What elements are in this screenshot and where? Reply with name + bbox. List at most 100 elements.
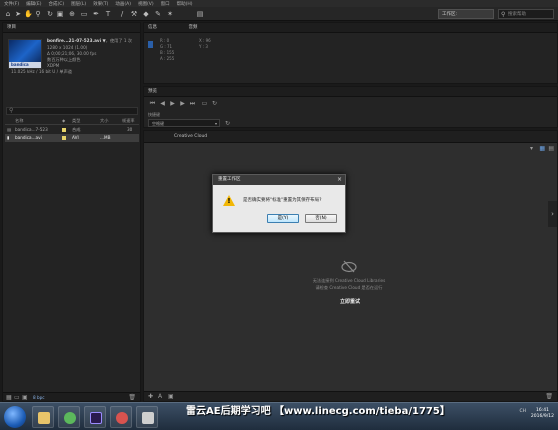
info-rgb-values: R : 0 G : 71 B : 155 A : 255 bbox=[160, 38, 175, 61]
camera-tool-icon[interactable]: ▣ bbox=[56, 10, 64, 18]
footage-audio: 11.025 kHz / 16 bit U / 单声道 bbox=[11, 69, 72, 74]
first-frame-icon[interactable]: ⏮ bbox=[149, 100, 156, 107]
image-icon[interactable]: ▣ bbox=[168, 393, 174, 400]
row-name: bandica...avi bbox=[15, 135, 42, 140]
row-frame-rate: 30 bbox=[127, 127, 133, 132]
menu-help[interactable]: 帮助(H) bbox=[177, 1, 193, 7]
taskbar-browser[interactable] bbox=[58, 406, 80, 428]
previous-frame-icon[interactable]: ◀ bbox=[159, 100, 166, 107]
label-swatch[interactable] bbox=[62, 128, 66, 132]
tab-preview[interactable]: 预览 bbox=[144, 87, 557, 97]
hand-tool-icon[interactable]: ✋ bbox=[24, 10, 33, 18]
menu-composition[interactable]: 合成(C) bbox=[48, 1, 64, 7]
yes-button[interactable]: 是(Y) bbox=[267, 214, 299, 223]
column-name[interactable]: 名称 bbox=[15, 118, 23, 124]
project-search-input[interactable]: ⚲ bbox=[6, 107, 138, 115]
close-icon[interactable]: × bbox=[337, 175, 342, 185]
eraser-tool-icon[interactable]: ◆ bbox=[142, 10, 150, 18]
taskbar-explorer[interactable] bbox=[32, 406, 54, 428]
puppet-tool-icon[interactable]: ✶ bbox=[166, 10, 174, 18]
row-size: ...MB bbox=[100, 135, 111, 140]
text-style-icon[interactable]: A bbox=[158, 393, 162, 400]
system-tray[interactable]: CH bbox=[519, 409, 526, 414]
type-tool-icon[interactable]: T bbox=[104, 10, 112, 18]
column-size[interactable]: 大小 bbox=[100, 118, 108, 124]
home-icon[interactable]: ⌂ bbox=[4, 10, 12, 18]
reset-icon[interactable]: ↻ bbox=[224, 120, 231, 127]
tools-toolbar: ⌂ ➤ ✋ ⚲ ↻ ▣ ⊕ ▭ ✒ T / ⚒ ◆ ✎ ✶ ▤ 工作区: ⚲ 搜… bbox=[0, 7, 558, 21]
search-icon: ⚲ bbox=[501, 11, 506, 18]
project-row-footage[interactable]: ▮ bandica...avi AVI ...MB bbox=[5, 134, 139, 142]
start-button[interactable] bbox=[4, 406, 26, 428]
play-icon[interactable]: ▶ bbox=[169, 100, 176, 107]
selection-tool-icon[interactable]: ➤ bbox=[14, 10, 22, 18]
no-button[interactable]: 否(N) bbox=[305, 214, 337, 223]
bit-depth-toggle[interactable]: 8 bpc bbox=[33, 395, 45, 400]
workspace-dropdown[interactable]: 工作区: bbox=[438, 9, 494, 19]
pen-tool-icon[interactable]: ✒ bbox=[92, 10, 100, 18]
new-folder-icon[interactable]: ▭ bbox=[14, 394, 20, 401]
rectangle-tool-icon[interactable]: ▭ bbox=[80, 10, 88, 18]
new-composition-icon[interactable]: ▣ bbox=[22, 394, 28, 401]
rotate-tool-icon[interactable]: ↻ bbox=[46, 10, 54, 18]
watermark-text: 雷云AE后期学习吧 【www.linecg.com/tieba/1775】 bbox=[186, 406, 450, 417]
tab-info[interactable]: 信息 bbox=[148, 25, 157, 30]
menu-effect[interactable]: 效果(T) bbox=[93, 1, 108, 7]
tab-audio[interactable]: 音频 bbox=[188, 25, 197, 30]
menu-view[interactable]: 视图(V) bbox=[138, 1, 154, 7]
color-swatch bbox=[148, 41, 153, 48]
taskbar-recorder[interactable] bbox=[110, 406, 132, 428]
library-list-icon[interactable]: ▾ bbox=[530, 145, 533, 152]
footage-resolution: 1280 x 1024 (1.00) bbox=[47, 45, 88, 50]
project-row-composition[interactable]: ▤ bandica...7-523 合成 30 bbox=[5, 126, 139, 134]
zoom-tool-icon[interactable]: ⚲ bbox=[34, 10, 42, 18]
clock-date: 2016/9/12 bbox=[530, 414, 554, 419]
menu-file[interactable]: 文件(F) bbox=[4, 1, 19, 7]
add-asset-icon[interactable]: ✚ bbox=[148, 393, 153, 400]
search-help-input[interactable]: ⚲ 搜索帮助 bbox=[498, 9, 554, 19]
column-type[interactable]: 类型 bbox=[72, 118, 80, 124]
expand-arrow-icon[interactable]: › bbox=[548, 201, 557, 227]
label-swatch[interactable] bbox=[62, 136, 66, 140]
row-type: 合成 bbox=[72, 127, 81, 132]
menu-window[interactable]: 窗口 bbox=[161, 1, 170, 7]
footage-name-text[interactable]: bonfire...21-07-523.avi ▼ bbox=[47, 38, 106, 43]
taskbar-after-effects[interactable] bbox=[84, 406, 106, 428]
menu-edit[interactable]: 编辑(E) bbox=[26, 1, 41, 7]
app-icon bbox=[142, 412, 154, 424]
composition-panel: Creative Cloud ▾ ▦ ▤ 无法连接到 Creative Clou… bbox=[143, 130, 558, 402]
project-panel-footer: ▦ ▭ ▣ 8 bpc 🗑 bbox=[3, 392, 140, 401]
menu-animation[interactable]: 动画(A) bbox=[115, 1, 131, 7]
next-frame-icon[interactable]: ▶ bbox=[179, 100, 186, 107]
mute-icon[interactable]: ▭ bbox=[201, 100, 208, 107]
menu-layer[interactable]: 图层(L) bbox=[71, 1, 86, 7]
align-icon[interactable]: ▤ bbox=[196, 10, 204, 18]
tab-libraries[interactable]: Creative Cloud bbox=[144, 131, 557, 143]
info-panel-tabs: 信息 音频 bbox=[144, 23, 557, 33]
taskbar-clock[interactable]: 16:41 2016/9/12 bbox=[531, 408, 554, 420]
interpret-footage-icon[interactable]: ▦ bbox=[6, 394, 12, 401]
pan-behind-tool-icon[interactable]: ⊕ bbox=[68, 10, 76, 18]
trash-icon[interactable]: 🗑 bbox=[545, 393, 553, 400]
retry-button[interactable]: 立即重试 bbox=[324, 298, 376, 305]
dialog-message: 是否确实要将"标准"重置为其保存布局? bbox=[243, 198, 322, 203]
brush-tool-icon[interactable]: / bbox=[118, 10, 126, 18]
grid-view-icon[interactable]: ▦ bbox=[539, 145, 545, 152]
menu-bar: 文件(F) 编辑(E) 合成(C) 图层(L) 效果(T) 动画(A) 视图(V… bbox=[0, 0, 558, 7]
browser-icon bbox=[64, 412, 76, 424]
shortcut-select[interactable]: 空格键 ▾ bbox=[148, 119, 220, 127]
list-view-icon[interactable]: ▤ bbox=[548, 145, 554, 152]
roto-brush-tool-icon[interactable]: ✎ bbox=[154, 10, 162, 18]
label-column-icon[interactable]: ◆ bbox=[62, 118, 65, 123]
loop-icon[interactable]: ↻ bbox=[211, 100, 218, 107]
column-frame-rate[interactable]: 帧速率 bbox=[122, 118, 135, 124]
composition-icon: ▤ bbox=[7, 127, 11, 132]
chevron-down-icon: ▾ bbox=[214, 121, 217, 126]
taskbar-app[interactable] bbox=[136, 406, 158, 428]
trash-icon[interactable]: 🗑 bbox=[128, 394, 136, 401]
clone-stamp-tool-icon[interactable]: ⚒ bbox=[130, 10, 138, 18]
project-tab[interactable]: 项目 bbox=[3, 23, 140, 33]
folder-icon bbox=[38, 412, 50, 424]
input-method-label[interactable]: CH bbox=[519, 409, 526, 414]
last-frame-icon[interactable]: ⏭ bbox=[189, 100, 196, 107]
